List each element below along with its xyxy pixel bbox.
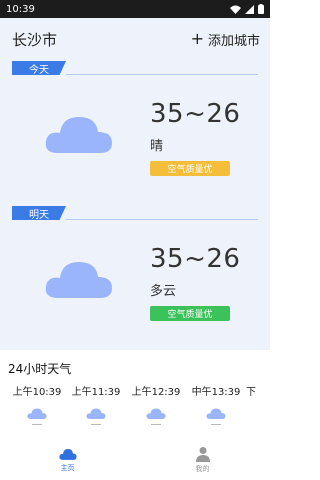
hour-time: 上午12:39 — [131, 387, 181, 398]
hour-time: 下 — [246, 387, 256, 398]
status-bar: 10:39 — [0, 0, 270, 18]
cloud-icon — [45, 262, 112, 298]
hourly-forecast: 24小时天气 上午10:39 上午11:39 上午12:39 中午13:39 下 — [0, 350, 270, 440]
cloud-icon — [58, 449, 77, 460]
battery-icon — [258, 4, 264, 14]
user-icon — [195, 447, 210, 462]
hourly-list[interactable]: 上午10:39 上午11:39 上午12:39 中午13:39 下 — [0, 383, 270, 433]
add-city-button[interactable]: + 添加城市 — [191, 30, 260, 49]
nav-item-profile[interactable]: 我的 — [135, 440, 270, 480]
hour-item[interactable]: 下 — [246, 383, 266, 398]
today-card[interactable]: 今天 35~26 晴 空气质量优 — [0, 61, 270, 201]
nav-label: 主页 — [60, 464, 75, 472]
aqi-badge: 空气质量优 — [150, 161, 230, 176]
cloud-icon — [45, 117, 112, 153]
hour-temp-placeholder — [211, 424, 221, 425]
hour-item[interactable]: 上午12:39 — [126, 383, 186, 425]
hour-temp-placeholder — [91, 424, 101, 425]
weather-panel: 长沙市 + 添加城市 今天 35~26 晴 空气质量优 明天 35~26 多云 … — [0, 18, 270, 350]
cloud-icon — [27, 408, 47, 419]
hour-time: 上午11:39 — [71, 387, 121, 398]
bottom-nav: 主页 我的 — [0, 440, 270, 480]
day-tag: 明天 — [12, 206, 66, 220]
day-tag: 今天 — [12, 61, 66, 75]
add-city-label: 添加城市 — [207, 33, 260, 49]
divider — [66, 74, 258, 75]
weather-condition: 晴 — [150, 139, 164, 154]
nav-label: 我的 — [195, 465, 210, 473]
hour-item[interactable]: 上午10:39 — [7, 383, 67, 425]
hour-temp-placeholder — [151, 424, 161, 425]
status-icons — [230, 4, 264, 14]
hourly-title: 24小时天气 — [8, 362, 72, 376]
signal-icon — [245, 4, 254, 14]
aqi-badge: 空气质量优 — [150, 306, 230, 321]
divider — [66, 219, 258, 220]
city-name[interactable]: 长沙市 — [12, 29, 57, 50]
nav-item-home[interactable]: 主页 — [0, 440, 135, 480]
hour-time: 中午13:39 — [191, 387, 241, 398]
temperature-range: 35~26 — [150, 99, 241, 129]
header: 长沙市 + 添加城市 — [0, 18, 270, 60]
temperature-range: 35~26 — [150, 244, 241, 274]
tomorrow-card[interactable]: 明天 35~26 多云 空气质量优 — [0, 206, 270, 346]
plus-icon: + — [190, 29, 204, 48]
hour-time: 上午10:39 — [12, 387, 62, 398]
cloud-icon — [206, 408, 226, 419]
weather-condition: 多云 — [150, 284, 177, 299]
status-time: 10:39 — [6, 3, 35, 15]
cloud-icon — [146, 408, 166, 419]
hour-item[interactable]: 中午13:39 — [186, 383, 246, 425]
hour-temp-placeholder — [32, 424, 42, 425]
cloud-icon — [86, 408, 106, 419]
wifi-icon — [230, 5, 241, 14]
hour-item[interactable]: 上午11:39 — [66, 383, 126, 425]
